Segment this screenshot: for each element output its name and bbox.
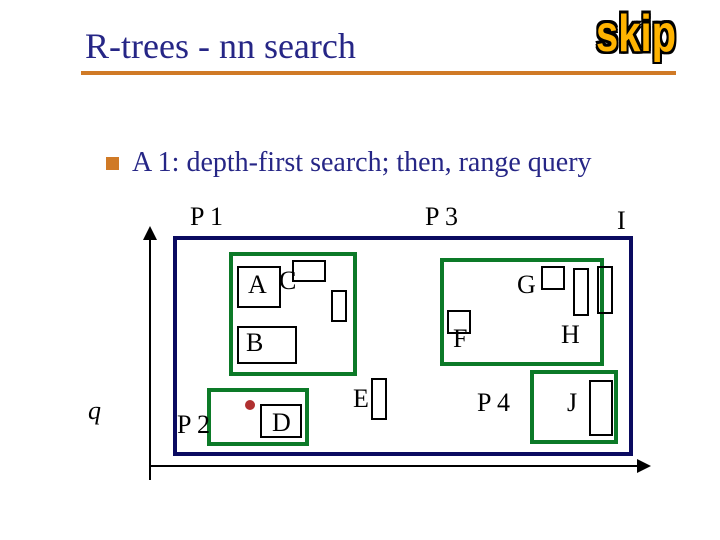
slide-title: R-trees - nn search xyxy=(85,26,356,66)
rect-h xyxy=(573,268,589,316)
label-f: F xyxy=(453,324,467,354)
rect-i xyxy=(597,266,613,314)
label-h: H xyxy=(561,320,580,350)
label-b: B xyxy=(246,328,263,358)
arrow-right-icon xyxy=(637,459,651,473)
rect-small-b xyxy=(331,290,347,322)
bullet-icon xyxy=(106,157,119,170)
skip-badge: skip xyxy=(596,5,676,64)
label-a: A xyxy=(248,270,267,300)
axis-x xyxy=(149,465,639,467)
rect-g xyxy=(541,266,565,290)
label-p3: P 3 xyxy=(425,202,458,232)
label-c: C xyxy=(279,266,296,296)
rect-c xyxy=(292,260,326,282)
label-p4: P 4 xyxy=(477,388,510,418)
label-p1: P 1 xyxy=(190,202,223,232)
label-i: I xyxy=(617,206,626,236)
label-d: D xyxy=(272,408,291,438)
label-e: E xyxy=(353,384,369,414)
title-underline xyxy=(81,71,676,75)
query-point-icon xyxy=(245,400,255,410)
label-g: G xyxy=(517,270,536,300)
arrow-up-icon xyxy=(143,226,157,240)
rect-e xyxy=(371,378,387,420)
label-p2: P 2 xyxy=(177,410,210,440)
diagram-area: P 1 P 2 P 3 P 4 A B C D E F G H I J xyxy=(145,230,655,495)
rect-j xyxy=(589,380,613,436)
axis-y xyxy=(149,230,151,480)
label-q: q xyxy=(88,396,101,426)
bullet-body: A 1: depth-first search; then, range que… xyxy=(132,145,682,181)
label-j: J xyxy=(567,388,577,418)
